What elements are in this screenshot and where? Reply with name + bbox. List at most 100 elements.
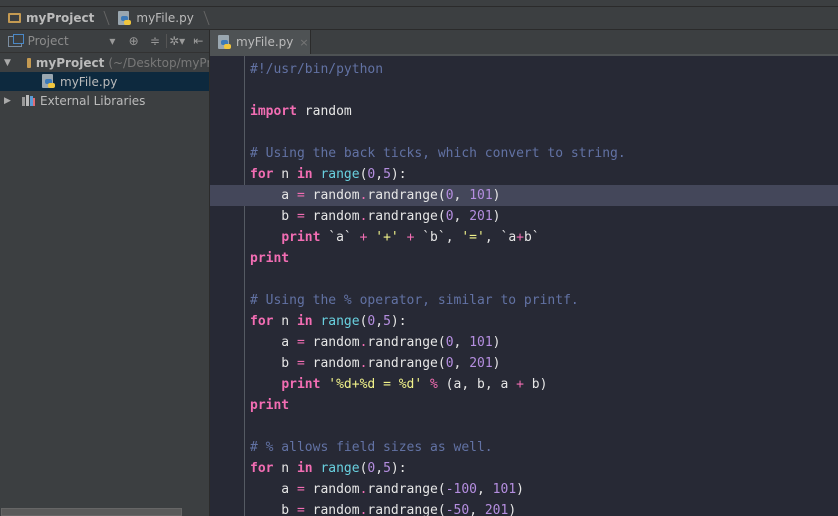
code-token: , `a [484,230,517,245]
code-line[interactable]: print [210,395,838,416]
code-token: random [304,188,360,203]
expand-arrow-icon[interactable]: ▼ [4,58,11,68]
code-token: ): [390,461,407,476]
code-token: in [296,167,313,182]
code-line[interactable]: print `a` + '+' + `b`, '=', `a+b` [210,227,838,248]
code-line[interactable]: for n in range(0,5): [210,458,838,479]
code-token: '+' [367,230,407,245]
horizontal-scrollbar[interactable] [1,508,182,516]
code-token: 5 [383,314,391,329]
code-token: randrange( [367,335,446,350]
code-line[interactable]: import random [210,101,838,122]
code-token: a [250,482,297,497]
code-token: import [250,104,297,119]
code-line[interactable]: for n in range(0,5): [210,164,838,185]
code-token: ) [492,209,501,224]
code-token: 5 [383,461,391,476]
code-token: 0 [445,356,454,371]
python-file-icon [42,74,55,89]
code-token: ) [492,188,501,203]
code-token: random [304,209,360,224]
project-view-selector[interactable]: Project [28,34,82,48]
code-token: randrange( [367,188,446,203]
editor-tab-bar: myFile.py × [210,30,838,56]
code-token: random [304,482,360,497]
code-token: range [320,314,360,329]
navigation-bar: myProject myFile.py [0,7,838,30]
close-icon[interactable]: × [299,36,308,49]
code-token: = [296,335,305,350]
project-toolbar: Project ▾ ⊕ ≑ ✲▾ ⇤ [0,30,209,53]
code-token: 0 [445,209,454,224]
tree-item-path: (~/Desktop/myProject) [108,55,209,70]
code-token: , [469,503,485,516]
code-token: random [304,335,360,350]
code-token: # Using the % operator, similar to print… [250,293,579,308]
code-token: 0 [445,335,454,350]
breadcrumb-file-label: myFile.py [136,11,194,25]
code-token: print [250,251,290,266]
code-line[interactable] [210,122,838,143]
code-token: print [281,377,321,392]
gear-icon[interactable]: ✲▾ [166,30,187,52]
code-token: for [250,167,274,182]
code-token: randrange( [367,482,446,497]
code-token: randrange( [367,356,446,371]
breadcrumb-separator [96,7,106,29]
code-line[interactable]: # Using the % operator, similar to print… [210,290,838,311]
python-file-icon [118,10,132,26]
code-line[interactable]: a = random.randrange(0, 101) [210,185,838,206]
code-token: ) [492,356,501,371]
code-token: b [250,356,297,371]
code-editor[interactable]: #!/usr/bin/python import random # Using … [210,56,838,516]
code-token: ): [390,167,407,182]
dropdown-arrow-icon[interactable]: ▾ [102,30,123,52]
tab-myfile[interactable]: myFile.py × [210,30,311,54]
code-token: = [296,482,305,497]
tree-item-myfile[interactable]: myFile.py [0,72,209,91]
code-line[interactable]: b = random.randrange(0, 201) [210,206,838,227]
window-top-strip [0,0,838,7]
locate-icon[interactable]: ⊕ [123,30,144,52]
project-tool-window: Project ▾ ⊕ ≑ ✲▾ ⇤ ▼ myProject (~/Deskto… [0,30,210,516]
code-line[interactable]: b = random.randrange(0, 201) [210,353,838,374]
code-token: randrange( [367,503,446,516]
code-line[interactable]: a = random.randrange(-100, 101) [210,479,838,500]
code-line[interactable]: print '%d+%d = %d' % (a, b, a + b) [210,374,838,395]
code-line[interactable]: #!/usr/bin/python [210,59,838,80]
tree-item-myproject[interactable]: ▼ myProject (~/Desktop/myProject) [0,53,209,72]
code-token: b) [523,377,548,392]
collapse-all-icon[interactable]: ≑ [144,30,165,52]
code-line[interactable]: a = random.randrange(0, 101) [210,332,838,353]
code-token: (a, b, a [437,377,517,392]
code-token: random [304,503,360,516]
code-token: + [516,377,524,392]
code-line[interactable]: print [210,248,838,269]
breadcrumb-project[interactable]: myProject [0,7,110,29]
code-token: a [250,335,297,350]
code-token: '=' [461,230,485,245]
folder-icon [8,13,21,23]
code-line[interactable]: # % allows field sizes as well. [210,437,838,458]
code-line[interactable] [210,269,838,290]
tree-item-external-libraries[interactable]: ▶ External Libraries [0,91,209,110]
collapse-arrow-icon[interactable]: ▶ [4,96,14,106]
code-line[interactable]: # Using the back ticks, which convert to… [210,143,838,164]
code-line[interactable] [210,416,838,437]
hide-icon[interactable]: ⇤ [188,30,209,52]
code-token: = [296,209,305,224]
code-line[interactable] [210,80,838,101]
breadcrumb-file[interactable]: myFile.py [110,7,209,29]
code-area[interactable]: #!/usr/bin/python import random # Using … [210,59,838,516]
code-token: , [453,356,470,371]
code-token: 201 [484,503,509,516]
code-token: `b`, [414,230,462,245]
code-line[interactable]: b = random.randrange(-50, 201) [210,500,838,516]
code-line[interactable]: for n in range(0,5): [210,311,838,332]
code-token: , [477,482,493,497]
code-token: n [273,461,297,476]
code-token: 0 [445,188,454,203]
code-token: 101 [469,188,493,203]
